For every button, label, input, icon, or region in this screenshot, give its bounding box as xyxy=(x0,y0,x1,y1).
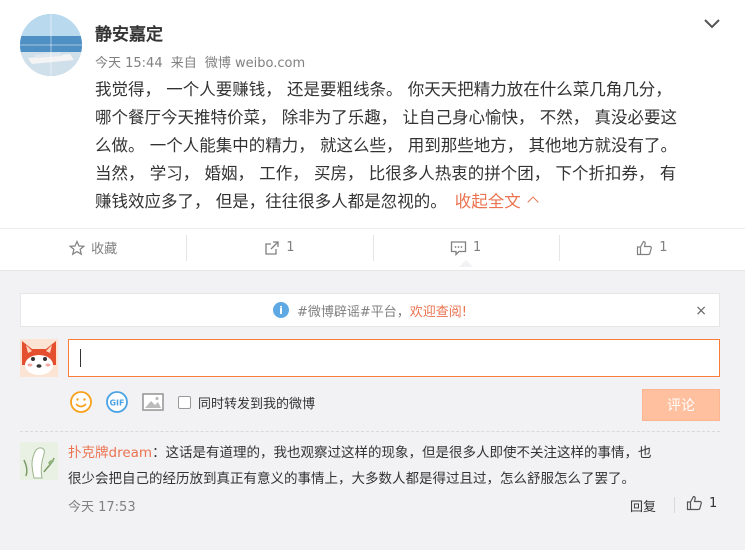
repost-icon xyxy=(265,240,279,255)
post-line: 赚钱效应多了， 但是，往往很多人都是忽视的。 xyxy=(95,192,447,211)
notice-banner: i #微博辟谣#平台， 欢迎查阅! × xyxy=(20,293,720,327)
comment-footer: 今天 17:53 回复 1 xyxy=(68,495,720,516)
notice-tag[interactable]: #微博辟谣#平台， xyxy=(297,301,410,320)
commenter-name[interactable]: 扑克牌dream xyxy=(68,445,152,461)
text-cursor xyxy=(80,349,81,367)
comment-line1: ：这话是有道理的，我也观察过这样的现象，但是很多人即使不关注这样的事情，也 xyxy=(152,445,652,461)
reply-button[interactable]: 回复 xyxy=(630,496,656,515)
action-bar: 收藏 1 1 1 xyxy=(0,228,745,267)
comment-section: i #微博辟谣#平台， 欢迎查阅! × GIF 同时转发到我的微博 评论 扑克牌… xyxy=(0,270,745,550)
thumbs-up-icon xyxy=(686,495,702,511)
star-icon xyxy=(69,239,86,255)
commenter-avatar[interactable] xyxy=(20,442,58,480)
smiley-icon[interactable] xyxy=(68,389,94,415)
favorite-label: 收藏 xyxy=(91,242,118,257)
thumbs-up-icon xyxy=(637,240,653,255)
comment-input[interactable] xyxy=(68,339,720,377)
author-name[interactable]: 静安嘉定 xyxy=(95,20,163,45)
comment-icon xyxy=(450,240,467,256)
like-button[interactable]: 1 xyxy=(558,229,745,266)
comment-like-count: 1 xyxy=(709,495,718,511)
forward-checkbox[interactable] xyxy=(178,395,191,409)
post-text: 我觉得， 一个人要赚钱， 还是要粗线条。 你天天把精力放在什么菜几角几分， 哪个… xyxy=(95,76,720,216)
comment-text: 扑克牌dream：这话是有道理的，我也观察过这样的现象，但是很多人即使不关注这样… xyxy=(68,440,720,492)
submit-comment-button[interactable]: 评论 xyxy=(642,389,720,421)
post-line: 么做。 一个人能集中的精力， 就这么些， 用到那些地方， 其他地方就没有了。 xyxy=(95,136,677,155)
repost-button[interactable]: 1 xyxy=(186,229,372,266)
source-prefix: 来自 xyxy=(170,56,197,71)
comment-time: 今天 17:53 xyxy=(68,500,136,515)
separator xyxy=(674,497,675,513)
chevron-down-icon[interactable] xyxy=(701,12,723,34)
composer-toolbar: GIF 同时转发到我的微博 xyxy=(68,387,315,417)
comment-line: 扑克牌dream：这话是有道理的，我也观察过这样的现象，但是很多人即使不关注这样… xyxy=(68,440,720,466)
close-icon[interactable]: × xyxy=(695,303,707,319)
image-icon[interactable] xyxy=(140,389,166,415)
comment-count: 1 xyxy=(472,240,482,255)
comment-button[interactable]: 1 xyxy=(372,229,559,267)
post-source[interactable]: 微博 weibo.com xyxy=(205,56,305,71)
comment-line2: 很少会把自己的经历放到真正有意义的事情上，大多数人都是得过且过，怎么舒服怎么了罢… xyxy=(68,471,635,487)
author-avatar[interactable] xyxy=(20,14,82,76)
divider xyxy=(20,431,720,432)
collapse-link[interactable]: 收起全文 xyxy=(454,192,539,211)
like-count: 1 xyxy=(659,240,668,255)
info-icon: i xyxy=(272,302,289,318)
post-meta: 今天 15:44 来自 微博 weibo.com xyxy=(95,52,309,71)
notice-welcome[interactable]: 欢迎查阅! xyxy=(410,301,467,320)
post-line: 当然， 学习， 婚姻， 工作， 买房， 比很多人热衷的拼个团， 下个折扣券， 有 xyxy=(95,164,677,183)
repost-count: 1 xyxy=(286,240,295,255)
svg-text:GIF: GIF xyxy=(109,399,124,408)
gif-icon[interactable]: GIF xyxy=(104,389,130,415)
collapse-label: 收起全文 xyxy=(454,192,521,211)
chevron-up-icon xyxy=(527,196,539,208)
post-line-last: 赚钱效应多了， 但是，往往很多人都是忽视的。 收起全文 xyxy=(95,188,720,216)
forward-label: 同时转发到我的微博 xyxy=(198,396,316,412)
post-line: 哪个餐厅今天推特价菜， 除非为了乐趣， 让自己身心愉快， 不然， 真没必要这 xyxy=(95,108,677,127)
comment-like-button[interactable]: 1 xyxy=(686,495,717,511)
weibo-post: 静安嘉定 今天 15:44 来自 微博 weibo.com 我觉得， 一个人要赚… xyxy=(0,0,745,228)
current-user-avatar[interactable] xyxy=(20,339,58,377)
post-line: 我觉得， 一个人要赚钱， 还是要粗线条。 你天天把精力放在什么菜几角几分， xyxy=(95,80,672,99)
favorite-button[interactable]: 收藏 xyxy=(0,229,186,266)
post-time[interactable]: 今天 15:44 xyxy=(95,56,163,71)
